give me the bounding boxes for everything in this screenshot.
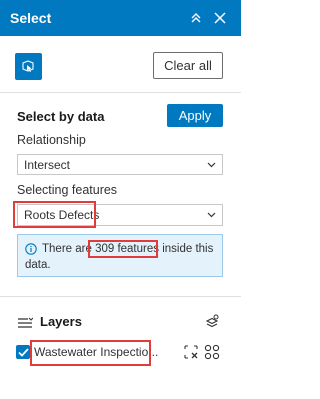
highlight-box [13,201,96,228]
highlight-box [30,340,151,366]
info-prefix: There are [42,243,92,255]
relationship-value: Intersect [24,157,71,172]
info-text-line2: data. [25,259,51,271]
divider [0,296,241,297]
relationship-select[interactable]: Intersect [17,154,223,175]
layers-icon [17,316,34,334]
clear-selection-icon[interactable] [183,344,199,365]
info-icon [25,243,37,258]
selection-toolbar: Clear all [0,36,241,93]
panel-title: Select [10,10,52,26]
apply-button[interactable]: Apply [167,104,223,127]
clear-all-button[interactable]: Clear all [153,52,223,79]
close-icon[interactable] [209,7,231,29]
select-tool-button[interactable] [15,53,42,80]
cursor-select-icon [22,60,34,72]
check-icon [17,347,29,357]
relationship-label: Relationship [17,133,86,147]
layer-checkbox[interactable] [16,345,30,359]
options-grid-icon[interactable] [204,344,220,365]
panel-header: Select [0,0,241,36]
layers-title: Layers [40,314,82,329]
section-title: Select by data [17,109,105,124]
highlight-box [88,240,158,258]
chevron-down-icon [206,160,216,170]
info-suffix: inside this [162,243,214,255]
layer-settings-icon[interactable] [203,313,221,336]
chevron-down-icon [206,210,216,220]
collapse-icon[interactable] [185,7,207,29]
selecting-features-label: Selecting features [17,183,118,197]
